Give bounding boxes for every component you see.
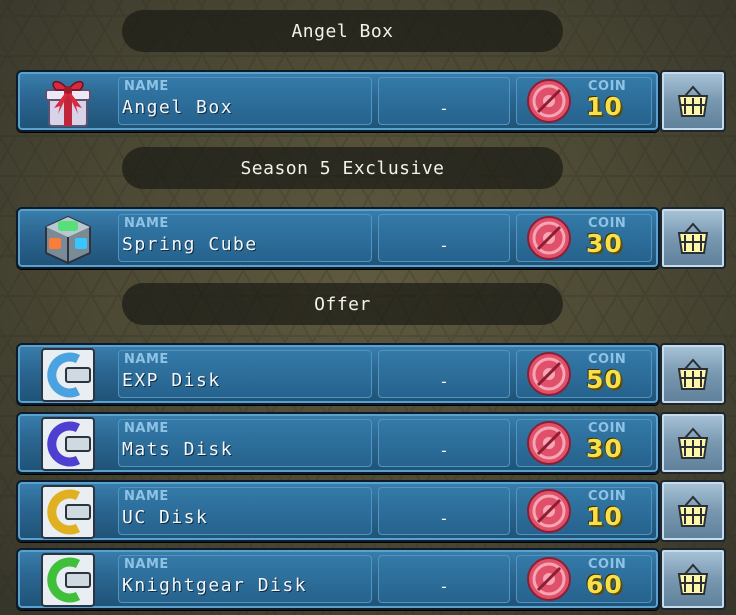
purchase-button[interactable] [660, 343, 726, 405]
cube-icon [45, 215, 91, 265]
info-field: - [378, 555, 510, 603]
item-panel: NAME Spring Cube - COIN 30 [16, 207, 660, 269]
item-panel: NAME UC Disk - COIN 10 [16, 480, 660, 542]
info-value: - [439, 441, 449, 460]
basket-icon [677, 85, 709, 117]
item-name: Spring Cube [122, 234, 258, 255]
shop-row: NAME UC Disk - COIN 10 [16, 480, 726, 542]
item-panel: NAME EXP Disk - COIN 50 [16, 343, 660, 405]
name-caption: NAME [124, 79, 169, 94]
disk-icon [41, 348, 95, 402]
shop-row: NAME Knightgear Disk - COIN 60 [16, 548, 726, 610]
info-value: - [439, 509, 449, 528]
name-field: NAME Mats Disk [118, 419, 372, 467]
price-field: COIN 10 [516, 77, 652, 125]
basket-icon [677, 563, 709, 595]
price-field: COIN 50 [516, 350, 652, 398]
name-caption: NAME [124, 421, 169, 436]
info-value: - [439, 372, 449, 391]
coin-token-icon [527, 79, 571, 123]
shop-row: NAME Angel Box - COIN 10 [16, 70, 726, 132]
disk-icon [41, 417, 95, 471]
price-field: COIN 10 [516, 487, 652, 535]
basket-icon [677, 358, 709, 390]
coin-token-icon [527, 421, 571, 465]
coin-price: 10 [586, 502, 623, 531]
coin-price: 30 [586, 229, 623, 258]
basket-icon [677, 427, 709, 459]
item-name: UC Disk [122, 507, 209, 528]
name-caption: NAME [124, 557, 169, 572]
coin-price: 60 [586, 570, 623, 599]
info-field: - [378, 214, 510, 262]
shop-row: NAME Mats Disk - COIN 30 [16, 412, 726, 474]
name-caption: NAME [124, 489, 169, 504]
item-name: Mats Disk [122, 439, 234, 460]
disk-icon [41, 553, 95, 607]
item-name: Angel Box [122, 97, 234, 118]
gift-box-icon [45, 80, 91, 127]
info-value: - [439, 99, 449, 118]
section-header-offer: Offer [122, 283, 563, 325]
price-field: COIN 30 [516, 419, 652, 467]
disk-icon [41, 485, 95, 539]
coin-token-icon [527, 352, 571, 396]
purchase-button[interactable] [660, 207, 726, 269]
price-field: COIN 30 [516, 214, 652, 262]
shop-row: NAME EXP Disk - COIN 50 [16, 343, 726, 405]
purchase-button[interactable] [660, 412, 726, 474]
basket-icon [677, 222, 709, 254]
item-panel: NAME Knightgear Disk - COIN 60 [16, 548, 660, 610]
name-caption: NAME [124, 216, 169, 231]
purchase-button[interactable] [660, 548, 726, 610]
name-caption: NAME [124, 352, 169, 367]
name-field: NAME EXP Disk [118, 350, 372, 398]
coin-token-icon [527, 216, 571, 260]
purchase-button[interactable] [660, 70, 726, 132]
item-name: Knightgear Disk [122, 575, 308, 596]
coin-token-icon [527, 557, 571, 601]
coin-price: 10 [586, 92, 623, 121]
info-field: - [378, 419, 510, 467]
info-field: - [378, 350, 510, 398]
info-value: - [439, 236, 449, 255]
coin-price: 50 [586, 365, 623, 394]
section-header-angel-box: Angel Box [122, 10, 563, 52]
name-field: NAME Knightgear Disk [118, 555, 372, 603]
basket-icon [677, 495, 709, 527]
coin-token-icon [527, 489, 571, 533]
info-value: - [439, 577, 449, 596]
item-name: EXP Disk [122, 370, 221, 391]
item-panel: NAME Mats Disk - COIN 30 [16, 412, 660, 474]
section-header-season-5-exclusive: Season 5 Exclusive [122, 147, 563, 189]
purchase-button[interactable] [660, 480, 726, 542]
item-panel: NAME Angel Box - COIN 10 [16, 70, 660, 132]
info-field: - [378, 77, 510, 125]
info-field: - [378, 487, 510, 535]
price-field: COIN 60 [516, 555, 652, 603]
name-field: NAME Spring Cube [118, 214, 372, 262]
shop-row: NAME Spring Cube - COIN 30 [16, 207, 726, 269]
coin-price: 30 [586, 434, 623, 463]
name-field: NAME Angel Box [118, 77, 372, 125]
name-field: NAME UC Disk [118, 487, 372, 535]
